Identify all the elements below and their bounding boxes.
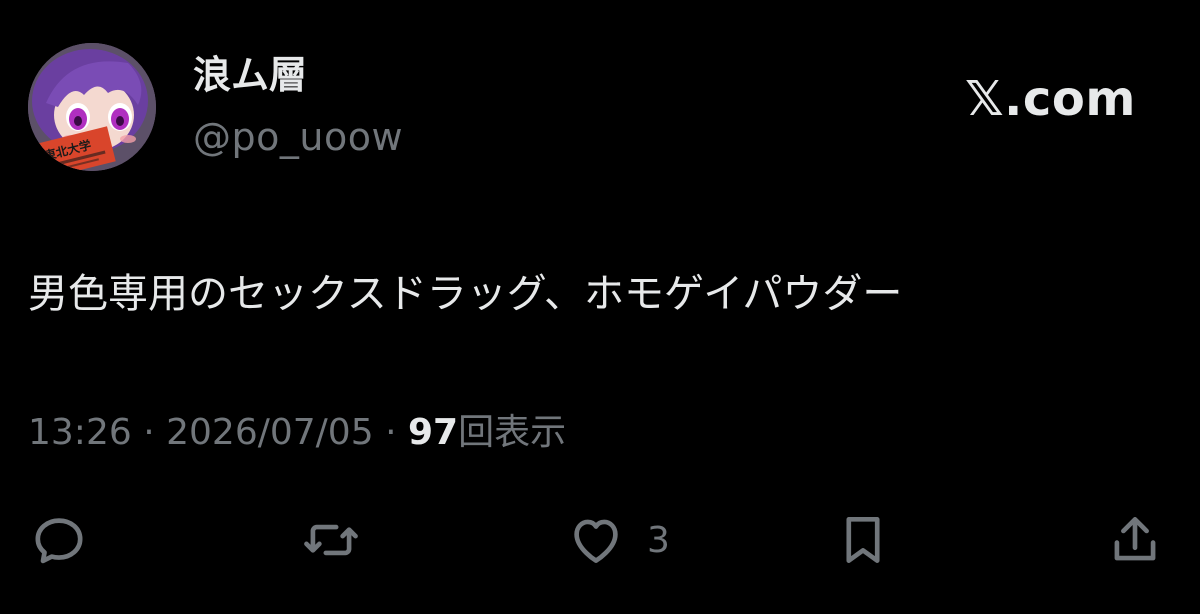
tweet-time[interactable]: 13:26 [28,412,132,453]
meta-separator: · [143,412,155,453]
x-logo-text: 𝕏.com [965,71,1136,127]
display-name[interactable]: 浪ム層 [193,56,307,94]
share-button[interactable] [1104,505,1166,575]
tweet-metadata: 13:26 · 2026/07/05 · 97回表示 [28,415,566,451]
bookmark-icon [846,517,880,563]
repost-button[interactable] [300,505,362,575]
like-button[interactable]: 3 [565,505,670,575]
share-icon [1114,517,1156,561]
reply-button[interactable] [28,505,90,575]
repost-icon [304,524,358,556]
view-count: 97 [407,412,459,453]
view-label: 回表示 [458,412,567,453]
heart-icon [574,519,618,563]
like-count: 3 [647,519,670,561]
meta-separator: · [385,412,397,453]
action-bar: 3 [0,505,1200,575]
tweet-text: 男色専用のセックスドラッグ、ホモゲイパウダー [28,271,903,317]
tweet-date[interactable]: 2026/07/05 [166,412,374,453]
bookmark-button[interactable] [832,505,894,575]
avatar[interactable]: 東北大学 [28,43,156,171]
user-handle[interactable]: @po_uoow [193,118,403,156]
reply-icon [35,518,83,564]
